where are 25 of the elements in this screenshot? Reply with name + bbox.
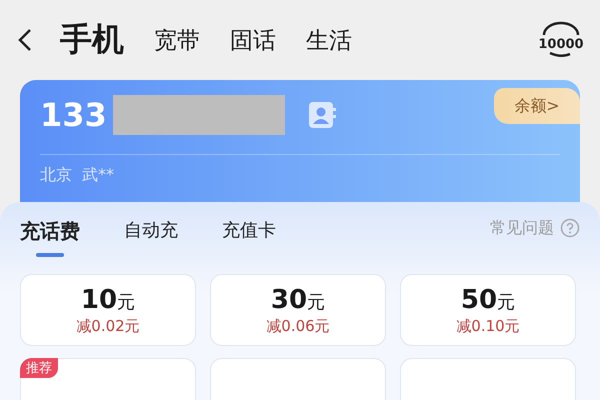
- tab-underline: [36, 253, 64, 257]
- amount-text: 10元: [80, 284, 136, 314]
- discount-text: 减0.02元: [76, 316, 140, 336]
- account-name: 武**: [82, 165, 114, 186]
- recharge-tab[interactable]: 充话费: [20, 218, 80, 257]
- nav-tab[interactable]: 宽带: [154, 24, 200, 56]
- help-icon[interactable]: [560, 218, 580, 238]
- nav-tab[interactable]: 生活: [306, 24, 352, 56]
- nav-tab[interactable]: 固话: [230, 24, 276, 56]
- contact-book-icon[interactable]: [306, 100, 337, 130]
- recharge-tab[interactable]: 充值卡: [222, 218, 276, 242]
- recharge-tab[interactable]: 自动充: [124, 218, 178, 242]
- phone-number: 133: [40, 96, 107, 134]
- region-text: 北京: [40, 165, 72, 186]
- amount-option[interactable]: 50元 减0.10元: [400, 274, 576, 346]
- amount-option[interactable]: 10元 减0.02元: [20, 274, 196, 346]
- amount-option[interactable]: 推荐: [20, 358, 196, 400]
- nav-tab[interactable]: 手机: [60, 18, 124, 62]
- discount-text: 减0.06元: [266, 316, 330, 336]
- recommend-badge: 推荐: [20, 358, 58, 378]
- discount-text: 减0.10元: [456, 316, 520, 336]
- amount-text: 50元: [460, 284, 516, 314]
- balance-link[interactable]: 余额>: [494, 88, 580, 124]
- amount-text: 30元: [270, 284, 326, 314]
- amount-option[interactable]: 30元 减0.06元: [210, 274, 386, 346]
